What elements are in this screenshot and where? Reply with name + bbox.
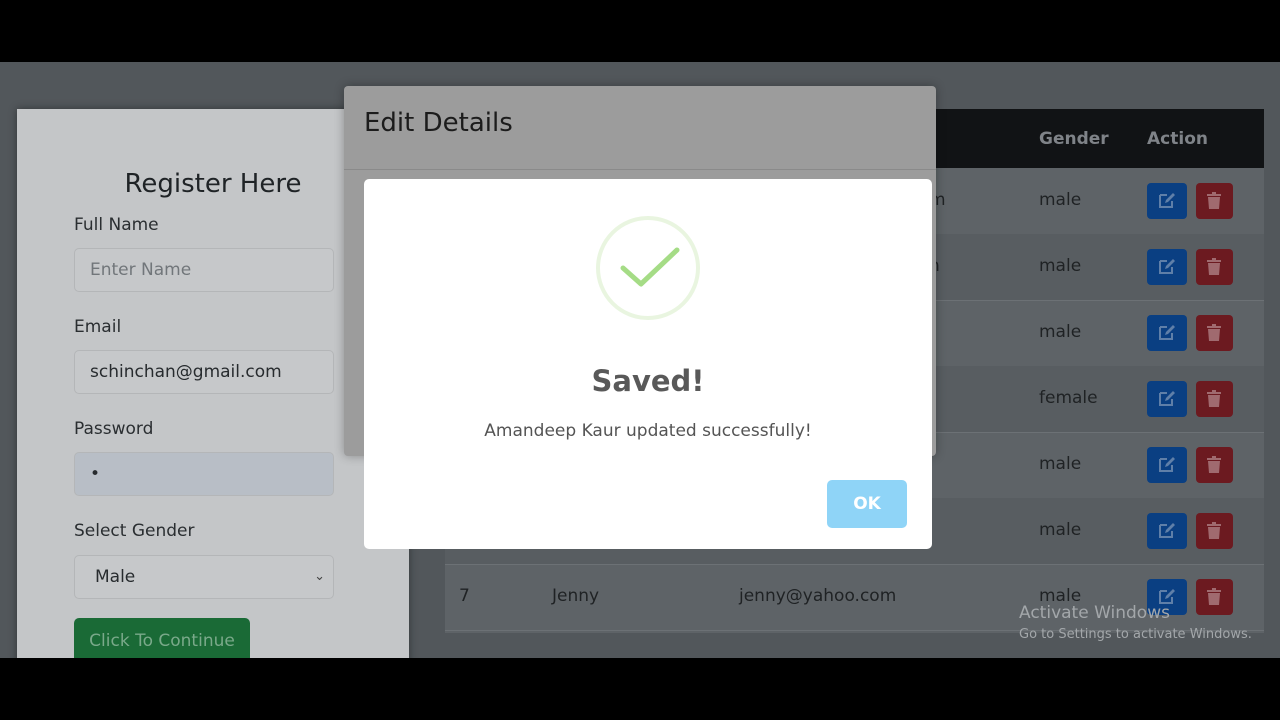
delete-button[interactable] — [1196, 249, 1233, 285]
success-alert-dialog: Saved! Amandeep Kaur updated successfull… — [364, 179, 932, 549]
edit-icon — [1159, 193, 1175, 208]
row-gender: male — [1039, 190, 1082, 210]
edit-modal-title: Edit Details — [364, 108, 513, 138]
email-label: Email — [74, 317, 122, 337]
delete-button[interactable] — [1196, 513, 1233, 549]
edit-icon — [1159, 325, 1175, 340]
gender-select[interactable]: Male ⌄ — [74, 555, 334, 599]
trash-icon — [1207, 522, 1221, 539]
edit-button[interactable] — [1147, 315, 1187, 351]
delete-button[interactable] — [1196, 315, 1233, 351]
edit-button[interactable] — [1147, 183, 1187, 219]
row-gender: male — [1039, 256, 1082, 276]
trash-icon — [1207, 588, 1221, 605]
gender-label: Select Gender — [74, 521, 195, 541]
gender-select-value: Male — [95, 567, 136, 587]
edit-icon — [1159, 391, 1175, 406]
edit-button[interactable] — [1147, 513, 1187, 549]
row-id: 7 — [459, 586, 470, 606]
checkmark-icon — [596, 216, 700, 320]
password-label: Password — [74, 419, 154, 439]
row-gender: male — [1039, 520, 1082, 540]
header-action: Action — [1147, 129, 1208, 149]
edit-button[interactable] — [1147, 381, 1187, 417]
row-email: jenny@yahoo.com — [739, 586, 897, 606]
continue-button[interactable]: Click To Continue — [74, 618, 250, 658]
trash-icon — [1207, 456, 1221, 473]
edit-icon — [1159, 259, 1175, 274]
password-input[interactable]: • — [74, 452, 334, 496]
row-name: Jenny — [552, 586, 600, 606]
chevron-down-icon: ⌄ — [314, 569, 325, 584]
delete-button[interactable] — [1196, 579, 1233, 615]
edit-icon — [1159, 523, 1175, 538]
alert-message: Amandeep Kaur updated successfully! — [484, 421, 812, 441]
full-name-input[interactable]: Enter Name — [74, 248, 334, 292]
edit-icon — [1159, 457, 1175, 472]
activate-windows-subtitle: Go to Settings to activate Windows. — [1019, 627, 1252, 642]
edit-button[interactable] — [1147, 447, 1187, 483]
header-gender: Gender — [1039, 129, 1109, 149]
edit-button[interactable] — [1147, 249, 1187, 285]
row-gender: male — [1039, 454, 1082, 474]
ok-button[interactable]: OK — [827, 480, 907, 528]
row-gender: female — [1039, 388, 1098, 408]
delete-button[interactable] — [1196, 381, 1233, 417]
full-name-label: Full Name — [74, 215, 159, 235]
activate-windows-title: Activate Windows — [1019, 603, 1170, 623]
trash-icon — [1207, 258, 1221, 275]
row-gender: male — [1039, 322, 1082, 342]
trash-icon — [1207, 192, 1221, 209]
email-input[interactable]: schinchan@gmail.com — [74, 350, 334, 394]
trash-icon — [1207, 324, 1221, 341]
trash-icon — [1207, 390, 1221, 407]
edit-modal-header: Edit Details — [344, 86, 936, 170]
delete-button[interactable] — [1196, 447, 1233, 483]
alert-title: Saved! — [591, 364, 705, 398]
delete-button[interactable] — [1196, 183, 1233, 219]
